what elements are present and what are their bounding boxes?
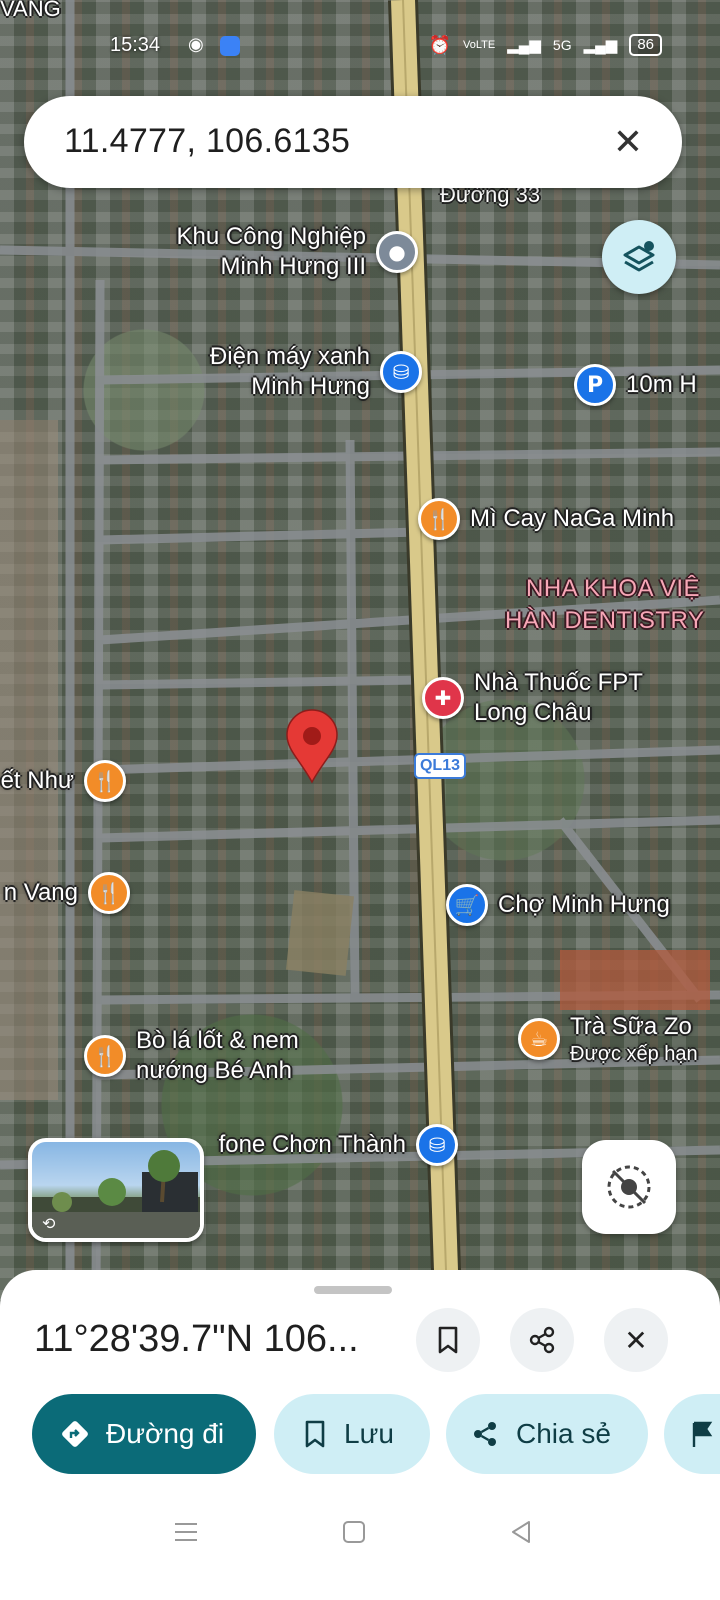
back-button[interactable] — [502, 1512, 542, 1552]
poi-viettel[interactable]: fone Chơn Thành ⛁ — [219, 1124, 458, 1166]
poi-label: Được xếp hạn — [570, 1043, 698, 1065]
directions-label: Đường đi — [106, 1418, 225, 1449]
place-marker-icon: ● — [376, 231, 418, 273]
shopping-bag-icon: ⛁ — [380, 351, 422, 393]
signal-icon: ▂▄▆ — [507, 37, 541, 54]
volte-icon: VoLTE — [463, 39, 496, 51]
poi-label: Mì Cay NaGa Minh — [470, 505, 675, 532]
home-icon — [343, 1521, 365, 1543]
bookmark-icon — [438, 1326, 458, 1354]
poi-label: Trà Sữa Zo — [570, 1013, 692, 1040]
status-time: 15:34 — [110, 34, 161, 56]
home-button[interactable] — [334, 1512, 374, 1552]
poi-left-food-1[interactable]: ết Như 🍴 — [1, 760, 126, 802]
bookmark-icon — [305, 1420, 325, 1448]
poi-label: Minh Hưng III — [220, 253, 366, 280]
poi-mi-cay[interactable]: 🍴 Mì Cay NaGa Minh — [418, 498, 674, 540]
status-bar: 15:34 ◉ ⏰ VoLTE ▂▄▆ 5G ▂▄▆ 86 — [0, 30, 720, 66]
shopping-cart-icon: 🛒 — [446, 884, 488, 926]
poi-label: nướng Bé Anh — [136, 1057, 292, 1084]
poi-bo-la-lot[interactable]: 🍴 Bò lá lốt & nem nướng Bé Anh — [84, 1026, 299, 1086]
shopping-bag-icon: ⛁ — [416, 1124, 458, 1166]
more-actions-button[interactable] — [664, 1394, 720, 1474]
poi-label: ết Như — [0, 767, 74, 794]
poi-label: 10m H — [626, 371, 697, 398]
poi-nha-khoa-label: NHA KHOA VIỆ — [526, 575, 701, 602]
poi-label: Nhà Thuốc FPT — [474, 669, 643, 696]
street-view-thumbnail[interactable]: ⟲ — [28, 1138, 204, 1242]
signal-icon: ▂▄▆ — [583, 37, 618, 54]
system-navigation-bar — [0, 1500, 720, 1600]
menu-button[interactable] — [166, 1512, 206, 1552]
layers-button[interactable] — [602, 220, 676, 294]
save-label: Lưu — [344, 1418, 394, 1449]
back-icon — [512, 1521, 530, 1543]
share-icon — [529, 1326, 555, 1354]
location-pin-icon — [286, 709, 338, 784]
directions-icon — [62, 1421, 88, 1447]
alarm-icon: ⏰ — [428, 34, 451, 55]
rotate-360-icon: ⟲ — [42, 1214, 56, 1233]
poi-cho-minh-hung[interactable]: 🛒 Chợ Minh Hưng — [446, 884, 670, 926]
poi-label: Bò lá lốt & nem — [136, 1027, 299, 1054]
share-icon — [474, 1422, 496, 1446]
poi-label: fone Chơn Thành — [218, 1131, 406, 1158]
poi-label: Chợ Minh Hưng — [498, 891, 670, 918]
poi-nha-khoa-label: HÀN DENTISTRY — [505, 607, 705, 634]
poi-label: Khu Công Nghiệp — [176, 223, 366, 250]
close-icon[interactable]: ✕ — [604, 118, 652, 166]
cafe-icon: ☕ — [518, 1018, 560, 1060]
app-notification-icon: ◉ — [188, 34, 204, 54]
poi-khu-cong-nghiep[interactable]: Khu Công Nghiệp Minh Hưng III ● — [177, 222, 418, 282]
pharmacy-icon: ✚ — [422, 677, 464, 719]
app-notification-icon — [220, 36, 240, 56]
parking-icon: P — [574, 364, 616, 406]
restaurant-icon: 🍴 — [84, 1035, 126, 1077]
poi-left-food-2[interactable]: n Vang 🍴 — [4, 872, 130, 914]
share-button[interactable]: Chia sẻ — [446, 1394, 648, 1474]
search-query[interactable]: 11.4777, 106.6135 — [64, 122, 350, 161]
coordinates-title: 11°28'39.7"N 106... — [34, 1318, 359, 1360]
poi-tra-sua[interactable]: ☕ Trà Sữa Zo Được xếp hạn — [518, 1012, 698, 1066]
restaurant-icon: 🍴 — [418, 498, 460, 540]
highway-badge: QL13 — [414, 753, 466, 779]
search-bar[interactable]: 11.4777, 106.6135 ✕ — [24, 96, 682, 188]
battery-level: 86 — [629, 34, 662, 56]
poi-dien-may-xanh[interactable]: Điện máy xanh Minh Hưng ⛁ — [210, 342, 422, 402]
save-icon-button[interactable] — [416, 1308, 480, 1372]
poi-label: n Vang — [3, 879, 78, 906]
share-icon-button[interactable] — [510, 1308, 574, 1372]
sheet-drag-handle[interactable] — [314, 1286, 392, 1294]
flag-icon — [692, 1421, 713, 1447]
poi-parking[interactable]: P 10m H — [574, 364, 697, 406]
my-location-button[interactable] — [582, 1140, 676, 1234]
share-label: Chia sẻ — [516, 1418, 611, 1449]
network-type: 5G — [552, 37, 572, 53]
restaurant-icon: 🍴 — [88, 872, 130, 914]
poi-label: Minh Hưng — [251, 373, 370, 400]
map-roads — [0, 0, 720, 1300]
close-sheet-button[interactable]: ✕ — [604, 1308, 668, 1372]
directions-button[interactable]: Đường đi — [32, 1394, 256, 1474]
layers-icon — [623, 241, 655, 272]
location-off-icon — [607, 1165, 651, 1209]
save-button[interactable]: Lưu — [274, 1394, 430, 1474]
poi-nha-thuoc[interactable]: ✚ Nhà Thuốc FPT Long Châu — [422, 668, 643, 728]
poi-label: Long Châu — [474, 699, 592, 726]
map-view[interactable]: VANG Đường 33 QL13 Khu Công Nghiệp Minh … — [0, 0, 720, 1300]
area-label: VANG — [0, 0, 61, 21]
restaurant-icon: 🍴 — [84, 760, 126, 802]
menu-icon — [175, 1523, 197, 1541]
close-icon: ✕ — [624, 1323, 648, 1357]
poi-label: Điện máy xanh — [209, 343, 370, 370]
